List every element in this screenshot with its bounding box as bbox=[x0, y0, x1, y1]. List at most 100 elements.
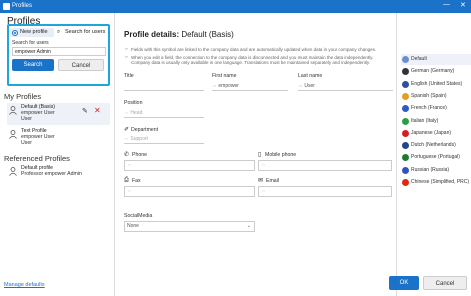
search-box: New profile ⌕ Search for users Search for… bbox=[7, 24, 110, 86]
my-profiles-heading: My Profiles bbox=[4, 92, 42, 101]
title-profile: Default (Basis) bbox=[179, 30, 234, 39]
language-item[interactable]: German (Germany) bbox=[401, 66, 471, 77]
profile-role: User bbox=[21, 116, 32, 122]
language-item[interactable]: Italian (Italy) bbox=[401, 116, 471, 127]
position-label: Position bbox=[124, 100, 143, 106]
department-placeholder: Support bbox=[130, 136, 148, 142]
person-icon bbox=[9, 130, 17, 139]
language-label: Default bbox=[411, 56, 427, 62]
flag-icon bbox=[402, 92, 409, 100]
language-label: English (United States) bbox=[411, 80, 463, 87]
fax-icon: ⎙ bbox=[124, 177, 129, 183]
language-item[interactable]: Portuguese (Portugal) bbox=[401, 152, 471, 163]
email-icon: ✉ bbox=[258, 178, 264, 184]
language-panel: Default German (Germany) English (United S… bbox=[396, 13, 471, 296]
flag-icon bbox=[402, 80, 409, 88]
title-bold: Profile details: bbox=[124, 30, 180, 39]
search-button[interactable]: Search bbox=[12, 59, 54, 71]
position-field[interactable]: ⇔ Head bbox=[124, 109, 204, 118]
language-item[interactable]: Spanish (Spain) bbox=[401, 91, 471, 102]
fax-field[interactable]: ⇔ bbox=[124, 186, 255, 197]
mobile-field[interactable]: ⇔ bbox=[258, 160, 392, 171]
search-input[interactable]: empower Admin bbox=[12, 47, 106, 56]
flag-icon bbox=[402, 129, 409, 137]
delete-icon[interactable]: ✕ bbox=[94, 107, 101, 115]
radio-icon bbox=[12, 29, 18, 36]
profiles-panel: Profiles New profile ⌕ Search for users S… bbox=[0, 13, 115, 296]
tab-new-profile[interactable]: New profile bbox=[10, 28, 54, 37]
minimize-button[interactable]: — bbox=[443, 1, 450, 8]
search-label: Search for users bbox=[12, 40, 49, 46]
flag-icon bbox=[402, 142, 409, 150]
flag-icon bbox=[402, 179, 409, 186]
page-title: Profile details: Default (Basis) bbox=[124, 30, 234, 39]
search-icon: ⌕ bbox=[57, 29, 61, 35]
last-name-label: Last name bbox=[298, 73, 323, 79]
referenced-item[interactable]: Default profile Professor empower Admin bbox=[7, 164, 110, 180]
language-label: Portuguese (Portugal) bbox=[411, 154, 460, 161]
app-icon bbox=[3, 3, 10, 10]
link-icon: ⇔ bbox=[124, 46, 129, 52]
link-icon: ⇔ bbox=[261, 188, 266, 194]
profile-role: User bbox=[21, 140, 32, 146]
first-name-label: First name bbox=[212, 73, 237, 79]
mobile-label: Mobile phone bbox=[265, 152, 297, 158]
title-label: Title bbox=[124, 73, 134, 79]
tab-label: Search for users bbox=[65, 29, 106, 35]
linked-person-icon bbox=[9, 167, 17, 176]
language-item[interactable]: French (France) bbox=[401, 103, 471, 114]
social-select[interactable]: None ⌄ bbox=[124, 221, 255, 232]
email-label: Email bbox=[266, 178, 279, 184]
manage-defaults-link[interactable]: Manage defaults bbox=[4, 282, 45, 288]
department-field[interactable]: ⇔ Support bbox=[124, 135, 204, 144]
cancel-button[interactable]: Cancel bbox=[58, 59, 104, 71]
phone-label: Phone bbox=[132, 152, 148, 158]
profile-item[interactable]: Default (Basis) empower User User ✎ ✕ bbox=[7, 103, 110, 125]
link-icon: ⇔ bbox=[124, 54, 129, 60]
language-item[interactable]: Chinese (Simplified, PRC) bbox=[401, 177, 471, 188]
link-icon: ⇔ bbox=[127, 162, 132, 168]
email-field[interactable]: ⇔ bbox=[258, 186, 392, 197]
position-placeholder: Head bbox=[130, 110, 143, 116]
ok-button[interactable]: OK bbox=[389, 276, 419, 290]
info-note-3: Company data is usually only available i… bbox=[131, 60, 371, 65]
link-icon: ⇔ bbox=[127, 188, 132, 194]
title-bar: Profiles — ✕ bbox=[0, 0, 471, 13]
language-label: Dutch (Netherlands) bbox=[411, 142, 456, 149]
tab-label: New profile bbox=[20, 29, 48, 35]
social-value: None bbox=[127, 223, 139, 229]
edit-icon[interactable]: ✎ bbox=[82, 108, 88, 115]
social-label: SocialMedia bbox=[124, 213, 153, 219]
last-name-field[interactable]: ⇔ User bbox=[298, 82, 393, 91]
flag-icon bbox=[402, 105, 409, 113]
title-field[interactable] bbox=[124, 82, 204, 91]
language-label: Russian (Russia) bbox=[411, 166, 450, 173]
last-name-value: User bbox=[304, 83, 315, 89]
fax-label: Fax bbox=[132, 178, 141, 184]
tab-search-users[interactable]: ⌕ Search for users bbox=[55, 28, 109, 37]
info-note-1: Fields with this symbol are linked to th… bbox=[131, 47, 377, 52]
close-button[interactable]: ✕ bbox=[460, 1, 466, 9]
phone-field[interactable]: ⇔ bbox=[124, 160, 255, 171]
language-item[interactable]: Dutch (Netherlands) bbox=[401, 140, 471, 151]
first-name-field[interactable]: ⇔ empower bbox=[212, 82, 288, 91]
phone-icon: ✆ bbox=[124, 152, 130, 158]
profile-user: Professor empower Admin bbox=[21, 171, 82, 177]
language-item[interactable]: Russian (Russia) bbox=[401, 165, 471, 176]
first-name-value: empower bbox=[218, 83, 239, 89]
flag-icon bbox=[402, 68, 409, 76]
flag-icon bbox=[402, 56, 409, 63]
flag-icon bbox=[402, 154, 409, 162]
language-label: Chinese (Simplified, PRC) bbox=[411, 179, 470, 185]
profile-item[interactable]: Text Profile empower User User bbox=[7, 127, 110, 149]
language-item[interactable]: English (United States) bbox=[401, 79, 471, 90]
department-label: Department bbox=[131, 127, 159, 133]
language-item[interactable]: Japanese (Japan) bbox=[401, 128, 471, 139]
footer-cancel-button[interactable]: Cancel bbox=[423, 276, 467, 290]
language-item[interactable]: Default bbox=[401, 54, 471, 65]
department-icon: ✐ bbox=[124, 127, 130, 133]
flag-icon bbox=[402, 166, 409, 174]
flag-icon bbox=[402, 117, 409, 125]
link-icon: ⇔ bbox=[261, 162, 266, 168]
language-label: German (Germany) bbox=[411, 68, 455, 75]
